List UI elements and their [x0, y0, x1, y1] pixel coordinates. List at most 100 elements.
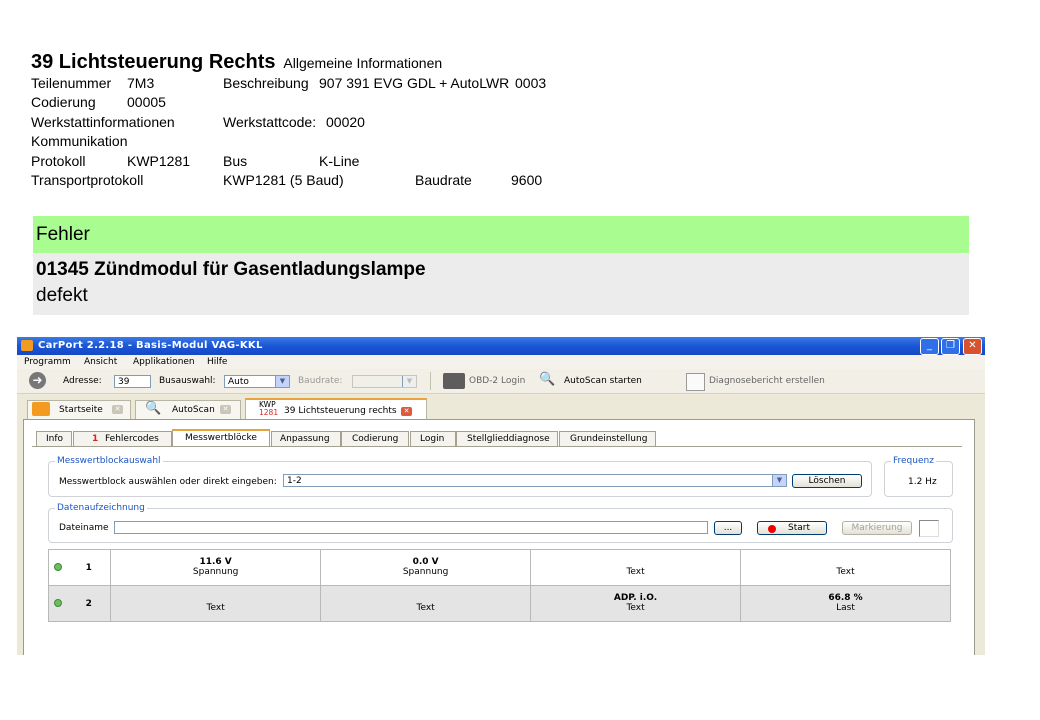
magnifier-icon: 🔍: [145, 401, 162, 416]
cell-value: ADP. i.O.: [613, 593, 658, 603]
marker-button[interactable]: Markierung: [842, 521, 912, 535]
magnifier-icon[interactable]: 🔍: [539, 372, 555, 387]
start-button[interactable]: Start: [757, 521, 827, 535]
cell-label: Spannung: [192, 567, 239, 577]
close-icon[interactable]: ✕: [401, 407, 412, 416]
menu-bar: Programm Ansicht Applikationen Hilfe: [17, 355, 985, 369]
row-number-cell: 1: [67, 549, 112, 586]
car-icon: [21, 340, 33, 351]
bus-label: Busauswahl:: [159, 376, 216, 386]
cell-value: 0.0 V: [412, 557, 439, 567]
module-panel: Info 1 Fehlercodes Messwertblöcke Anpass…: [23, 419, 975, 655]
bus-select-value: Auto: [228, 377, 249, 387]
subtab-anpassung[interactable]: Anpassung: [271, 431, 341, 446]
subtab-fehlercodes[interactable]: 1 Fehlercodes: [73, 431, 172, 446]
report-icon[interactable]: [686, 373, 705, 391]
close-icon[interactable]: ✕: [220, 405, 231, 414]
browse-button[interactable]: ...: [714, 521, 742, 535]
start-button-label: Start: [788, 523, 810, 533]
fault-count-badge: 1: [92, 434, 99, 444]
value-cell: Text: [320, 585, 532, 622]
value-cell: ADP. i.O. Text: [530, 585, 742, 622]
value-cell: 11.6 V Spannung: [110, 549, 322, 586]
clear-button[interactable]: Löschen: [792, 474, 862, 488]
toolbar-separator: [430, 372, 431, 390]
chevron-down-icon[interactable]: ▼: [402, 376, 416, 387]
info-label: Beschreibung: [223, 75, 309, 91]
title-bar[interactable]: CarPort 2.2.18 - Basis-Modul VAG-KKL _ ❐…: [17, 337, 985, 355]
value-cell: Text: [110, 585, 322, 622]
arrow-right-icon[interactable]: ➜: [29, 372, 46, 389]
group-legend: Frequenz: [891, 456, 936, 466]
diagnostic-report-button[interactable]: Diagnosebericht erstellen: [709, 376, 825, 386]
value-cell: Text: [740, 549, 951, 586]
bus-select[interactable]: Auto ▼: [224, 375, 290, 388]
address-label: Adresse:: [63, 376, 102, 386]
window-title: CarPort 2.2.18 - Basis-Modul VAG-KKL: [38, 340, 263, 351]
info-row-coding: Codierung 00005: [31, 93, 442, 112]
menu-programm[interactable]: Programm: [24, 357, 71, 367]
info-label: Protokoll: [31, 152, 86, 169]
baud-select[interactable]: ▼: [352, 375, 417, 388]
info-label: Werkstattinformationen: [31, 113, 175, 130]
restore-button[interactable]: ❐: [941, 338, 960, 355]
subtab-label: Login: [420, 434, 445, 444]
info-label: Kommunikation: [31, 133, 128, 150]
info-value: 00005: [127, 94, 166, 111]
tab-lichtsteuerung[interactable]: KWP 1281 39 Lichtsteuerung rechts ✕: [245, 398, 427, 421]
subtab-login[interactable]: Login: [410, 431, 456, 446]
cell-label: Text: [626, 603, 645, 613]
cell-label: Text: [206, 603, 225, 613]
row-number: 1: [85, 563, 92, 573]
group-legend: Messwertblockauswahl: [55, 456, 163, 466]
tab-autoscan[interactable]: 🔍 AutoScan ✕: [135, 400, 241, 419]
value-cell: 66.8 % Last: [740, 585, 951, 622]
obd-device-icon[interactable]: [443, 373, 465, 389]
autoscan-start-button[interactable]: AutoScan starten: [564, 376, 642, 386]
subtab-info[interactable]: Info: [36, 431, 72, 446]
filename-label: Dateiname: [59, 523, 109, 533]
info-row-transport: Transportprotokoll KWP1281 (5 Baud) Baud…: [31, 171, 542, 190]
chevron-down-icon[interactable]: ▼: [275, 376, 289, 387]
filename-input[interactable]: [114, 521, 708, 534]
status-led-icon: [54, 563, 63, 571]
block-select[interactable]: 1-2 ▼: [283, 474, 787, 487]
fault-header-label: Fehler: [36, 224, 90, 245]
record-icon: [768, 525, 776, 533]
subtab-label: Info: [46, 434, 64, 444]
subtab-grundeinstellung[interactable]: Grundeinstellung: [559, 431, 656, 446]
subtab-codierung[interactable]: Codierung: [341, 431, 409, 446]
fault-description: defekt: [36, 285, 88, 306]
subtab-stellglieddiagnose[interactable]: Stellglieddiagnose: [456, 431, 558, 446]
menu-ansicht[interactable]: Ansicht: [84, 357, 117, 367]
cell-label: Spannung: [402, 567, 449, 577]
value-cell: 0.0 V Spannung: [320, 549, 532, 586]
table-row: 2 Text Text ADP. i.O. Text 66.8 % Last: [48, 585, 951, 622]
frequency-group: Frequenz 1.2 Hz: [884, 456, 953, 497]
measurement-table: 1 11.6 V Spannung 0.0 V Spannung Text Text…: [48, 549, 951, 622]
status-led-icon: [54, 599, 63, 607]
address-input[interactable]: 39: [114, 375, 151, 388]
value-cell: Text: [530, 549, 742, 586]
tab-startseite[interactable]: Startseite ✕: [27, 400, 131, 419]
menu-hilfe[interactable]: Hilfe: [207, 357, 227, 367]
close-icon[interactable]: ✕: [112, 405, 123, 414]
section-subtitle: Allgemeine Informationen: [283, 55, 443, 71]
baud-label: Baudrate:: [298, 376, 343, 386]
info-label: Baudrate: [415, 171, 472, 188]
close-button[interactable]: ✕: [963, 338, 982, 355]
block-selection-group: Messwertblockauswahl Messwertblock auswä…: [48, 456, 872, 497]
menu-applikationen[interactable]: Applikationen: [133, 357, 195, 367]
minimize-button[interactable]: _: [920, 338, 939, 355]
obd-login-button[interactable]: OBD-2 Login: [469, 376, 525, 386]
car-icon: [32, 402, 50, 416]
cell-label: Text: [626, 567, 645, 577]
module-title: 39 Lichtsteuerung Rechts Allgemeine Info…: [31, 50, 442, 74]
carport-window: CarPort 2.2.18 - Basis-Modul VAG-KKL _ ❐…: [17, 337, 985, 655]
chevron-down-icon[interactable]: ▼: [772, 475, 786, 486]
row-number-cell: 2: [67, 585, 112, 622]
document-info: 39 Lichtsteuerung Rechts Allgemeine Info…: [31, 50, 546, 190]
info-label: Transportprotokoll: [31, 171, 144, 188]
info-row-communication: Kommunikation: [31, 132, 442, 151]
info-value: 0003: [515, 75, 547, 91]
